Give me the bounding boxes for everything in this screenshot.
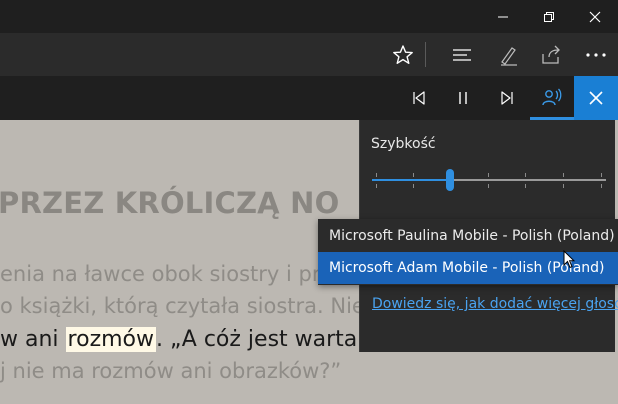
voice-option-paulina[interactable]: Microsoft Paulina Mobile - Polish (Polan… — [318, 220, 618, 252]
slider-tick — [488, 173, 489, 177]
title-bar — [0, 0, 618, 33]
slider-tick — [413, 184, 414, 188]
skip-forward-icon — [501, 91, 513, 105]
speed-slider[interactable] — [372, 169, 606, 192]
web-note-button[interactable] — [486, 33, 532, 76]
pause-button[interactable] — [441, 76, 485, 120]
close-read-aloud-button[interactable] — [574, 76, 618, 120]
article-line-3: w ani rozmów. „A cóż jest warta ks — [0, 327, 389, 352]
close-icon — [589, 91, 603, 105]
slider-tick — [413, 173, 414, 177]
more-button[interactable] — [573, 33, 618, 76]
share-icon — [542, 45, 560, 64]
add-voices-link[interactable]: Dowiedz się, jak dodać więcej głosć — [372, 296, 618, 312]
mouse-cursor-icon — [563, 250, 575, 269]
restore-icon — [544, 11, 554, 22]
hub-button[interactable] — [440, 33, 486, 76]
article-line-1: enia na ławce obok siostry i próżn — [0, 262, 358, 286]
slider-fill — [372, 179, 450, 181]
speed-label: Szybkość — [371, 136, 436, 152]
voice-icon — [542, 88, 562, 105]
slider-tick — [525, 184, 526, 188]
minimize-button[interactable] — [480, 0, 526, 33]
slider-tick — [376, 173, 377, 177]
article-line-2: o książki, którą czytała siostra. Nie — [0, 294, 365, 318]
pen-icon — [501, 46, 517, 66]
star-icon — [393, 44, 413, 64]
article-line-4: j nie ma rozmów ani obrazków?” — [0, 359, 342, 383]
toolbar-divider — [425, 42, 426, 67]
voice-settings-button[interactable] — [530, 76, 574, 120]
article-word: ani — [25, 327, 59, 352]
slider-tick — [376, 184, 377, 188]
slider-tick — [563, 184, 564, 188]
slider-tick — [563, 173, 564, 177]
pause-icon — [459, 92, 467, 104]
close-window-button[interactable] — [572, 0, 618, 33]
previous-paragraph-button[interactable] — [397, 76, 441, 120]
highlighted-word: rozmów — [65, 327, 156, 352]
slider-tick — [601, 173, 602, 177]
close-icon — [589, 11, 601, 22]
skip-back-icon — [413, 91, 425, 105]
more-icon — [586, 52, 606, 57]
minimize-icon — [498, 16, 508, 17]
hub-icon — [453, 48, 471, 61]
slider-thumb[interactable] — [446, 169, 454, 191]
restore-button[interactable] — [526, 0, 572, 33]
read-aloud-bar — [0, 76, 618, 120]
share-button[interactable] — [528, 33, 574, 76]
slider-tick — [525, 173, 526, 177]
article-heading: PRZEZ KRÓLICZĄ NO — [0, 186, 340, 220]
next-paragraph-button[interactable] — [485, 76, 529, 120]
browser-toolbar — [0, 33, 618, 76]
article-text: . „A cóż jest warta ks — [156, 327, 389, 352]
favorite-button[interactable] — [380, 33, 426, 76]
slider-tick — [488, 184, 489, 188]
slider-tick — [601, 184, 602, 188]
